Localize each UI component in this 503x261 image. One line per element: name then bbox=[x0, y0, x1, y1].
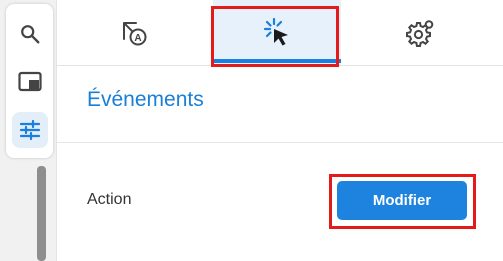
highlight-box-tab bbox=[211, 6, 339, 67]
sliders-button[interactable] bbox=[12, 112, 48, 148]
svg-text:A: A bbox=[134, 33, 141, 44]
search-icon bbox=[21, 25, 40, 44]
scrollbar[interactable] bbox=[37, 166, 46, 261]
action-label: Action bbox=[87, 191, 132, 208]
gear-icon bbox=[406, 19, 434, 47]
search-button[interactable] bbox=[12, 16, 48, 52]
panel-icon bbox=[18, 71, 42, 92]
highlight-box-button bbox=[329, 174, 476, 229]
panel-button[interactable] bbox=[12, 64, 48, 100]
section-title: Événements bbox=[87, 88, 204, 111]
tab-settings[interactable] bbox=[341, 0, 501, 65]
tab-text-style[interactable]: A bbox=[57, 0, 210, 65]
section-divider bbox=[57, 142, 503, 143]
sliders-icon bbox=[19, 119, 41, 141]
left-toolbar bbox=[6, 4, 53, 158]
text-format-icon: A bbox=[122, 21, 146, 45]
